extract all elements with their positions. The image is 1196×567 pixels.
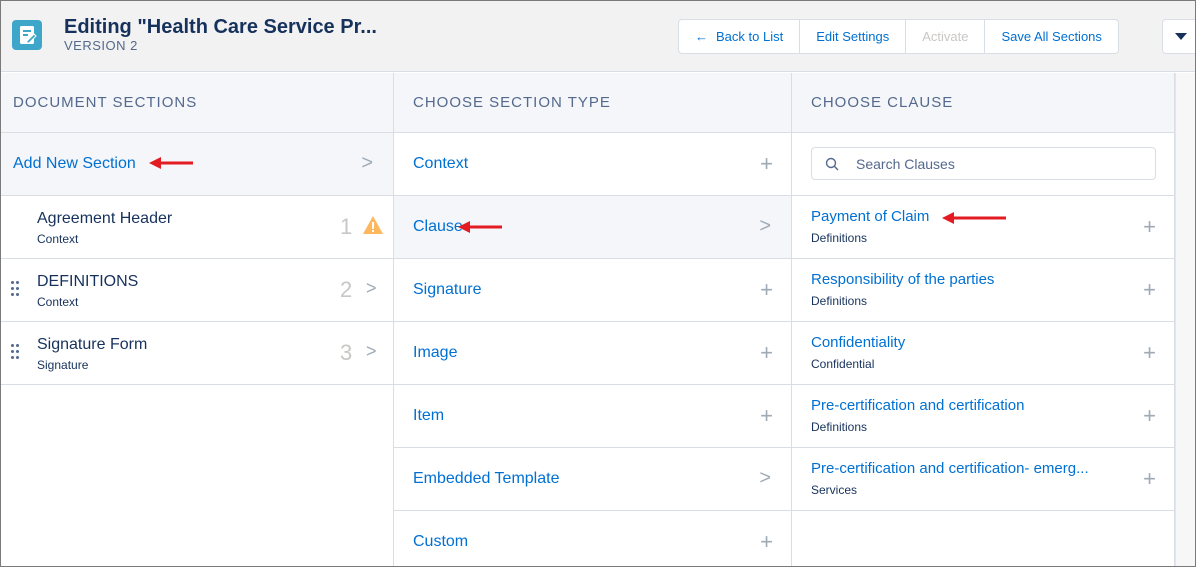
clause-row[interactable]: Responsibility of the parties Definition… xyxy=(792,259,1174,322)
add-icon[interactable]: + xyxy=(1143,340,1156,366)
section-type-label: Context xyxy=(413,155,469,172)
section-type-label: Signature xyxy=(413,281,482,298)
section-type-label: Embedded Template xyxy=(413,470,560,487)
version-label: VERSION 2 xyxy=(64,38,138,53)
add-icon[interactable]: + xyxy=(760,340,773,366)
clause-title[interactable]: Pre-certification and certification- eme… xyxy=(811,460,1089,477)
drag-handle-icon[interactable] xyxy=(11,281,19,297)
add-icon[interactable]: + xyxy=(760,277,773,303)
clause-panel: CHOOSE CLAUSE Payment of Claim Definitio… xyxy=(792,73,1175,566)
page-header: Editing "Health Care Service Pr... VERSI… xyxy=(1,1,1195,72)
annotation-arrow-icon xyxy=(942,212,1006,224)
save-all-sections-button[interactable]: Save All Sections xyxy=(985,20,1117,53)
clause-category: Definitions xyxy=(811,294,868,308)
section-type-heading: CHOOSE SECTION TYPE xyxy=(394,73,791,133)
app-window: Editing "Health Care Service Pr... VERSI… xyxy=(0,0,1196,567)
header-button-group: ← Back to List Edit Settings Activate Sav… xyxy=(678,19,1119,54)
clause-search-row xyxy=(792,133,1174,196)
section-type-clause[interactable]: Clause > xyxy=(394,196,791,259)
add-icon[interactable]: + xyxy=(760,403,773,429)
clause-title[interactable]: Payment of Claim xyxy=(811,208,929,225)
clause-title[interactable]: Pre-certification and certification xyxy=(811,397,1024,414)
vertical-scrollbar[interactable] xyxy=(1175,73,1195,566)
clause-search-input[interactable] xyxy=(856,148,1146,179)
warning-icon xyxy=(363,216,383,234)
clause-row[interactable]: Pre-certification and certification- eme… xyxy=(792,448,1174,511)
clause-row[interactable]: Confidentiality Confidential + xyxy=(792,322,1174,385)
clause-category: Confidential xyxy=(811,357,875,371)
section-title: Agreement Header xyxy=(37,210,173,227)
section-type-label: Clause xyxy=(413,218,463,235)
chevron-down-icon xyxy=(1175,33,1187,40)
document-sections-heading: DOCUMENT SECTIONS xyxy=(1,73,393,133)
section-number: 3 xyxy=(340,340,353,365)
add-icon[interactable]: + xyxy=(1143,277,1156,303)
section-type: Signature xyxy=(37,358,89,372)
section-type: Context xyxy=(37,232,79,246)
edit-settings-button[interactable]: Edit Settings xyxy=(800,20,907,53)
chevron-right-icon: > xyxy=(759,215,771,237)
section-type-label: Item xyxy=(413,407,445,424)
section-type-embedded-template[interactable]: Embedded Template > xyxy=(394,448,791,511)
section-number: 2 xyxy=(340,277,353,302)
section-row[interactable]: Agreement Header Context 1 xyxy=(1,196,393,259)
add-new-section-link[interactable]: Add New Section xyxy=(13,155,136,173)
section-row[interactable]: Signature Form Signature 3 > xyxy=(1,322,393,385)
section-type-label: Image xyxy=(413,344,458,361)
page-title: Editing "Health Care Service Pr... xyxy=(64,16,377,38)
section-type-signature[interactable]: Signature + xyxy=(394,259,791,322)
add-icon[interactable]: + xyxy=(760,151,773,177)
drag-handle-icon[interactable] xyxy=(11,344,19,360)
back-to-list-button[interactable]: ← Back to List xyxy=(679,20,801,53)
clause-category: Definitions xyxy=(811,420,868,434)
search-icon xyxy=(825,157,839,171)
clause-search-box[interactable] xyxy=(811,147,1156,180)
section-title: DEFINITIONS xyxy=(37,273,139,290)
section-type-label: Custom xyxy=(413,533,469,550)
more-actions-button[interactable] xyxy=(1162,19,1195,54)
document-edit-icon xyxy=(12,20,42,50)
section-type-image[interactable]: Image + xyxy=(394,322,791,385)
clause-title[interactable]: Responsibility of the parties xyxy=(811,271,994,288)
chevron-right-icon: > xyxy=(366,278,377,298)
add-icon[interactable]: + xyxy=(1143,466,1156,492)
clause-category: Definitions xyxy=(811,231,868,245)
section-type-panel: CHOOSE SECTION TYPE Context + Clause > S… xyxy=(394,73,792,566)
clause-row[interactable]: Payment of Claim Definitions + xyxy=(792,196,1174,259)
chevron-right-icon: > xyxy=(759,467,771,489)
chevron-right-icon: > xyxy=(366,341,377,361)
clause-row[interactable]: Pre-certification and certification Defi… xyxy=(792,385,1174,448)
annotation-arrow-icon xyxy=(458,221,502,233)
add-new-section-row[interactable]: Add New Section > xyxy=(1,133,393,196)
document-sections-panel: DOCUMENT SECTIONS Add New Section > Agre… xyxy=(1,73,394,566)
section-type-context[interactable]: Context + xyxy=(394,133,791,196)
back-to-list-label: Back to List xyxy=(716,29,784,44)
clause-title[interactable]: Confidentiality xyxy=(811,334,905,351)
add-icon[interactable]: + xyxy=(760,529,773,555)
section-type: Context xyxy=(37,295,79,309)
section-type-custom[interactable]: Custom + xyxy=(394,511,791,566)
chevron-right-icon: > xyxy=(361,152,373,174)
add-icon[interactable]: + xyxy=(1143,403,1156,429)
section-row[interactable]: DEFINITIONS Context 2 > xyxy=(1,259,393,322)
activate-button[interactable]: Activate xyxy=(906,20,986,53)
clause-category: Services xyxy=(811,483,858,497)
section-title: Signature Form xyxy=(37,336,148,353)
add-icon[interactable]: + xyxy=(1143,214,1156,240)
section-type-item[interactable]: Item + xyxy=(394,385,791,448)
clause-heading: CHOOSE CLAUSE xyxy=(792,73,1174,133)
arrow-left-icon: ← xyxy=(695,29,708,44)
section-number: 1 xyxy=(340,214,353,239)
annotation-arrow-icon xyxy=(149,157,193,169)
